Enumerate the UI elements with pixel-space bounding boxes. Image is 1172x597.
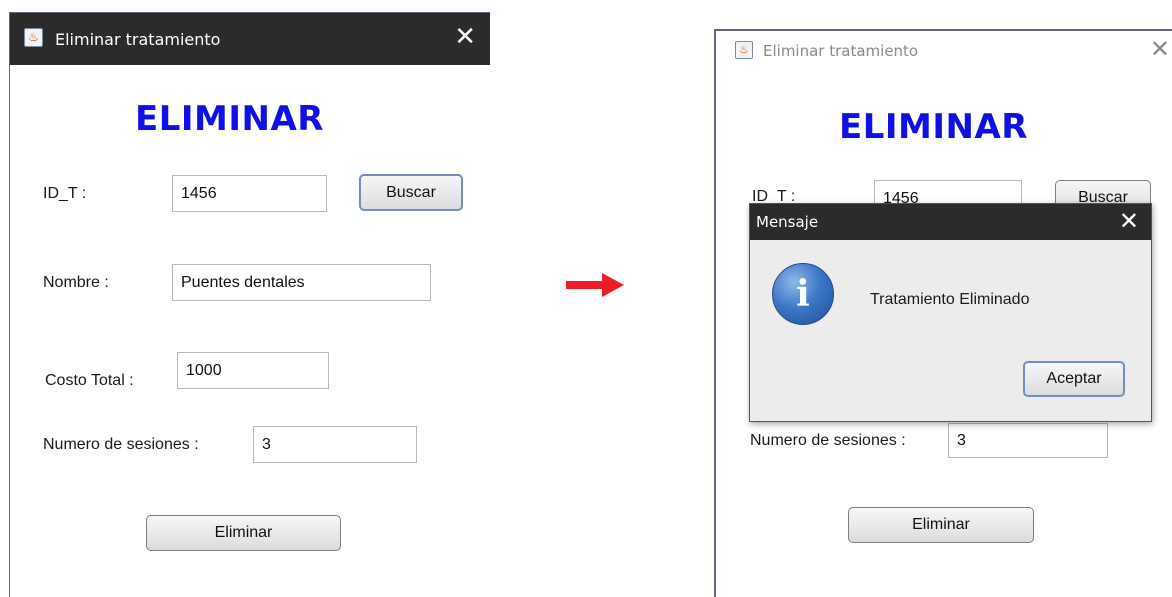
costo-label: Costo Total : — [45, 372, 134, 389]
sesiones-input[interactable]: 3 — [253, 426, 417, 463]
page-heading: ELIMINAR — [135, 99, 324, 139]
sesiones-label: Numero de sesiones : — [750, 432, 906, 449]
nombre-label: Nombre : — [43, 274, 109, 291]
eliminar-button[interactable]: Eliminar — [146, 515, 341, 551]
dialog-title-bar: Mensaje ✕ — [750, 204, 1151, 240]
java-app-icon: ♨ — [24, 28, 43, 47]
eliminar-tratamiento-window: ♨ Eliminar tratamiento ✕ ELIMINAR ID_T :… — [9, 12, 490, 597]
eliminar-button[interactable]: Eliminar — [848, 507, 1034, 543]
dialog-message: Tratamiento Eliminado — [870, 291, 1030, 308]
window-title: Eliminar tratamiento — [55, 30, 221, 49]
dialog-title: Mensaje — [756, 213, 819, 231]
title-bar-inactive: ♨ Eliminar tratamiento ✕ — [716, 31, 1172, 71]
screenshot-stage: ♨ Eliminar tratamiento ✕ ELIMINAR ID_T :… — [0, 0, 1172, 597]
mensaje-dialog: Mensaje ✕ i Tratamiento Eliminado Acepta… — [749, 203, 1152, 422]
close-icon[interactable]: ✕ — [1119, 207, 1139, 235]
title-bar: ♨ Eliminar tratamiento ✕ — [10, 13, 490, 65]
red-arrow-icon — [566, 273, 624, 297]
buscar-button[interactable]: Buscar — [359, 174, 463, 211]
id-input[interactable]: 1456 — [172, 175, 327, 212]
id-label: ID_T : — [43, 185, 87, 202]
nombre-input[interactable]: Puentes dentales — [172, 264, 431, 301]
costo-input[interactable]: 1000 — [177, 352, 329, 389]
close-icon[interactable]: ✕ — [454, 22, 476, 52]
sesiones-label: Numero de sesiones : — [43, 436, 199, 453]
sesiones-input[interactable]: 3 — [948, 423, 1108, 458]
window-title: Eliminar tratamiento — [763, 42, 919, 60]
close-icon[interactable]: ✕ — [1150, 35, 1170, 63]
info-icon: i — [772, 263, 834, 325]
java-app-icon: ♨ — [735, 41, 753, 59]
aceptar-button[interactable]: Aceptar — [1023, 361, 1125, 397]
page-heading: ELIMINAR — [839, 107, 1028, 147]
